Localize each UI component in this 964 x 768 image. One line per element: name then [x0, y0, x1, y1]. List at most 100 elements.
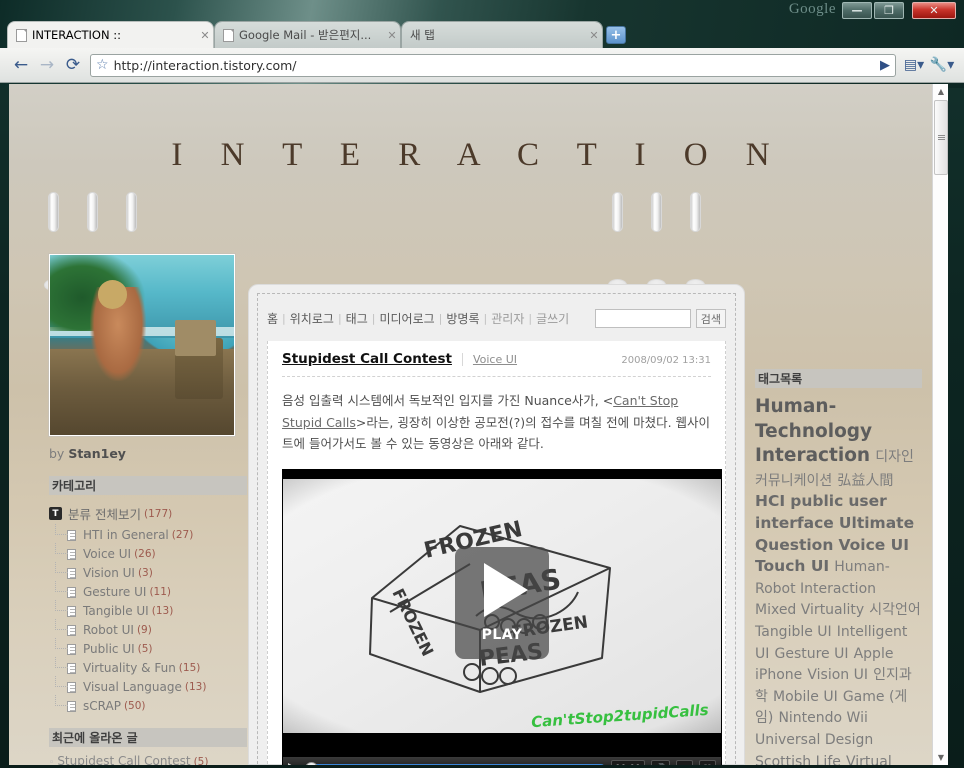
- blog-search: 검색: [594, 309, 726, 328]
- tag-item[interactable]: public: [790, 492, 843, 510]
- tag-item[interactable]: Universal Design: [755, 732, 873, 748]
- category-count: (15): [178, 662, 201, 674]
- tab-new-tab[interactable]: 새 탭 ✕: [402, 22, 602, 48]
- post-body-part1: 음성 입출력 시스템에서 독보적인 입지를 가진 Nuance사가, <: [282, 393, 614, 408]
- new-tab-button[interactable]: +: [606, 26, 626, 44]
- category-item-vision-ui[interactable]: Vision UI (3): [49, 562, 247, 580]
- address-bar[interactable]: ☆ http://interaction.tistory.com/ ▶: [90, 53, 896, 77]
- vertical-scrollbar[interactable]: ▲ ▼: [932, 84, 948, 765]
- minimize-button[interactable]: —: [842, 2, 872, 19]
- nav-item-medialog[interactable]: 미디어로그: [379, 310, 434, 327]
- forward-arrow-icon[interactable]: →: [34, 52, 60, 78]
- page-menu-icon[interactable]: ▤▾: [900, 52, 928, 78]
- volume-icon[interactable]: 🔊: [650, 760, 670, 765]
- tag-item[interactable]: Mobile UI: [773, 689, 838, 705]
- tag-item[interactable]: HCI: [755, 492, 785, 510]
- nav-item-write[interactable]: 글쓰기: [536, 310, 569, 327]
- category-label: Voice UI: [83, 547, 132, 561]
- tab-close-icon[interactable]: ✕: [197, 29, 213, 42]
- post-category-link[interactable]: Voice UI: [461, 353, 517, 366]
- tab-title: Google Mail - 받은편지...: [239, 28, 372, 42]
- post-title[interactable]: Stupidest Call Contest: [282, 351, 452, 367]
- nav-item-tag[interactable]: 태그: [346, 310, 368, 327]
- category-item-scrap[interactable]: sCRAP (50): [49, 695, 247, 713]
- nav-item-locationlog[interactable]: 위치로그: [290, 310, 334, 327]
- category-label: Tangible UI: [83, 604, 149, 618]
- tag-item[interactable]: Tangible UI: [755, 624, 832, 640]
- tag-item[interactable]: 디자인: [875, 449, 914, 465]
- recent-post-item[interactable]: ◦ Stupidest Call Contest (5): [49, 754, 247, 765]
- category-item-hti-in-general[interactable]: HTI in General (27): [49, 524, 247, 542]
- tag-item[interactable]: Apple: [854, 646, 894, 662]
- category-item-robot-ui[interactable]: Robot UI (9): [49, 619, 247, 637]
- google-watermark: Google: [788, 1, 836, 17]
- maximize-button[interactable]: ❐: [874, 2, 904, 19]
- tag-item[interactable]: Vision UI: [807, 667, 868, 683]
- tab-close-icon[interactable]: ✕: [384, 29, 400, 42]
- tab-title: INTERACTION ::: [32, 28, 121, 42]
- video-player[interactable]: FROZEN PEAS FROZEN FROZEN PEAS: [282, 468, 722, 765]
- category-item-tangible-ui[interactable]: Tangible UI (13): [49, 600, 247, 618]
- document-icon: [67, 662, 76, 674]
- document-icon: [67, 548, 76, 560]
- search-input[interactable]: [594, 309, 691, 328]
- url-text: http://interaction.tistory.com/: [113, 57, 297, 73]
- wrench-menu-icon[interactable]: 🔧▾: [928, 52, 956, 78]
- tag-item[interactable]: Mixed Virtuality: [755, 602, 864, 618]
- close-button[interactable]: ✕: [912, 2, 956, 19]
- category-label: Virtuality & Fun: [83, 661, 176, 675]
- document-icon: [67, 529, 76, 541]
- category-item-visual-language[interactable]: Visual Language (13): [49, 676, 247, 694]
- tag-item[interactable]: Touch UI: [755, 557, 829, 575]
- tag-item[interactable]: 弘益人間: [837, 473, 893, 489]
- play-overlay[interactable]: PLAY: [455, 546, 549, 659]
- category-item-virtuality-and-fun[interactable]: Virtuality & Fun (15): [49, 657, 247, 675]
- document-icon: [67, 605, 76, 617]
- byline: by Stan1ey: [49, 446, 247, 461]
- tag-item[interactable]: Gesture UI: [774, 646, 848, 662]
- category-item-voice-ui[interactable]: Voice UI (26): [49, 543, 247, 561]
- seek-knob[interactable]: [305, 762, 318, 765]
- document-icon: [67, 586, 76, 598]
- tag-item[interactable]: 시각언어: [869, 602, 921, 618]
- category-item-gesture-ui[interactable]: Gesture UI (11): [49, 581, 247, 599]
- scrollbar-thumb[interactable]: [934, 100, 948, 175]
- search-button[interactable]: 검색: [695, 309, 726, 328]
- tag-item[interactable]: Human-Technology Interaction: [755, 396, 872, 466]
- play-button-icon[interactable]: [288, 762, 298, 765]
- play-label: PLAY: [481, 626, 523, 643]
- bookmark-star-icon[interactable]: ☆: [96, 57, 109, 73]
- tab-google-mail[interactable]: Google Mail - 받은편지... ✕: [215, 22, 400, 48]
- tab-close-icon[interactable]: ✕: [586, 29, 602, 42]
- nav-separator: |: [528, 312, 533, 325]
- category-root[interactable]: T 분류 전체보기 (177): [49, 504, 247, 523]
- nav-item-home[interactable]: 홈: [267, 310, 278, 327]
- tag-item[interactable]: Nintendo Wii: [778, 710, 867, 726]
- page-icon: [223, 28, 234, 42]
- go-arrow-icon[interactable]: ▶: [880, 58, 890, 73]
- share-icon[interactable]: ⤳: [676, 760, 693, 765]
- fullscreen-icon[interactable]: ⛶: [699, 760, 716, 765]
- recent-post-label: Stupidest Call Contest: [57, 754, 191, 765]
- tag-item[interactable]: 커뮤니케이션: [755, 473, 832, 489]
- category-item-public-ui[interactable]: Public UI (5): [49, 638, 247, 656]
- seek-slider[interactable]: [305, 762, 605, 765]
- nav-item-admin[interactable]: 관리자: [491, 310, 524, 327]
- byline-author: Stan1ey: [68, 446, 126, 461]
- tag-item[interactable]: Scottish Life: [755, 754, 841, 765]
- tag-item[interactable]: iPhone: [755, 667, 802, 683]
- nav-item-guestbook[interactable]: 방명록: [446, 310, 479, 327]
- scroll-up-arrow-icon[interactable]: ▲: [933, 84, 948, 99]
- back-arrow-icon[interactable]: ←: [8, 52, 34, 78]
- category-count: (27): [171, 529, 194, 541]
- category-count: (5): [137, 643, 153, 655]
- category-count: (11): [149, 586, 171, 598]
- category-label: Gesture UI: [83, 585, 147, 599]
- reload-icon[interactable]: ⟳: [60, 52, 86, 78]
- tab-interaction[interactable]: INTERACTION :: ✕: [8, 22, 213, 48]
- tag-item[interactable]: Voice UI: [838, 536, 909, 554]
- browser-window: Google — ❐ ✕ INTERACTION :: ✕ Google Mai…: [0, 0, 964, 768]
- page-icon: [16, 28, 27, 42]
- scroll-down-arrow-icon[interactable]: ▼: [933, 750, 948, 765]
- video-screen[interactable]: FROZEN PEAS FROZEN FROZEN PEAS: [283, 478, 721, 733]
